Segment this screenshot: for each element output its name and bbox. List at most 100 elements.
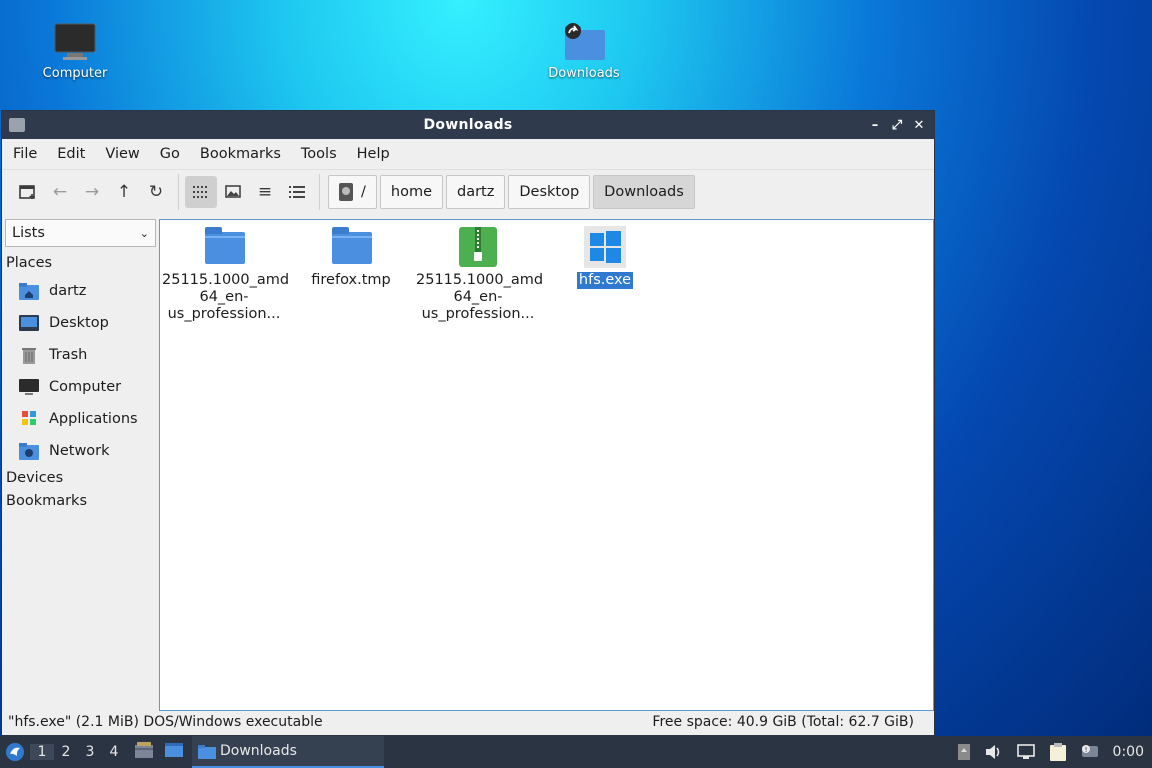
workspace-1[interactable]: 1 [30,744,54,760]
sidebar-item-network[interactable]: Network [3,435,159,467]
breadcrumb-root[interactable]: / [328,174,377,209]
computer-icon [54,23,96,60]
breadcrumb-dartz[interactable]: dartz [446,174,506,209]
file-manager-window: Downloads – ⤢ ✕ File Edit View Go Bookma… [1,110,935,736]
sidebar-item-dartz[interactable]: dartz [3,275,159,307]
taskbar-task-downloads[interactable]: Downloads [192,736,384,768]
select-value: Lists [12,225,45,241]
clipboard-icon[interactable] [1049,742,1067,762]
title-bar[interactable]: Downloads – ⤢ ✕ [2,111,934,139]
menu-edit[interactable]: Edit [50,146,92,162]
selection-info: "hfs.exe" (2.1 MiB) DOS/Windows executab… [8,714,323,730]
detailed-list-view-icon[interactable] [281,176,313,208]
sidebar: Lists ⌄ Places dartz Desktop Trash Compu… [3,219,159,711]
bookmarks-heading[interactable]: Bookmarks [3,490,159,513]
file-name: hfs.exe [576,272,634,289]
sidebar-item-label: dartz [49,283,87,299]
devices-heading[interactable]: Devices [3,467,159,490]
home-folder-icon [19,283,39,300]
app-icon [9,118,25,132]
file-manager-launcher-icon[interactable] [134,741,154,763]
desktop-icon-label: Computer [42,66,108,81]
thumbnail-view-icon[interactable] [217,176,249,208]
breadcrumb-desktop[interactable]: Desktop [508,174,591,209]
folder-icon [198,744,216,759]
taskbar: 1 2 3 4 Downloads ! 0:00 [0,736,1152,768]
file-item[interactable]: firefox.tmp [289,220,413,289]
notification-icon[interactable]: ! [1081,744,1099,760]
menu-help[interactable]: Help [350,146,397,162]
sidebar-item-label: Desktop [49,315,109,331]
breadcrumb-label: / [361,183,366,200]
folder-link-icon [565,23,605,60]
maximize-icon[interactable]: ⤢ [890,118,904,133]
desktop-icon-label: Downloads [548,66,620,81]
up-arrow-icon[interactable]: ↑ [108,176,140,208]
sidebar-item-trash[interactable]: Trash [3,339,159,371]
desktop-icon-computer[interactable]: Computer [25,22,125,81]
file-name: 25115.1000_amd 64_en- us_profession... [416,272,544,322]
svg-text:!: ! [1084,746,1087,754]
trash-icon [22,348,36,364]
start-menu-icon [6,743,24,761]
workspace-2[interactable]: 2 [54,744,78,760]
menu-bar: File Edit View Go Bookmarks Tools Help [2,139,934,169]
forward-arrow-icon[interactable]: → [76,176,108,208]
status-bar: "hfs.exe" (2.1 MiB) DOS/Windows executab… [2,709,934,735]
computer-icon [19,379,39,395]
minimize-icon[interactable]: – [868,118,882,133]
applications-icon [22,411,36,425]
menu-go[interactable]: Go [153,146,187,162]
icon-view-icon[interactable] [185,175,217,208]
workspace-3[interactable]: 3 [78,744,102,760]
start-menu-button[interactable] [0,742,30,762]
sidebar-item-desktop[interactable]: Desktop [3,307,159,339]
toolbar: ← → ↑ ↻ ≡ / home dartz Desktop Downloads [2,169,934,213]
clock[interactable]: 0:00 [1113,744,1144,760]
breadcrumb-home[interactable]: home [379,174,443,209]
sidebar-item-applications[interactable]: Applications [3,403,159,435]
network-wired-icon[interactable] [1016,744,1035,760]
menu-bookmarks[interactable]: Bookmarks [193,146,288,162]
task-label: Downloads [220,743,297,759]
folder-icon [203,226,245,268]
close-icon[interactable]: ✕ [912,118,926,133]
file-item[interactable]: 25115.1000_amd 64_en- us_profession... [416,220,544,323]
new-tab-icon[interactable] [12,176,44,208]
free-space-info: Free space: 40.9 GiB (Total: 62.7 GiB) [652,714,914,730]
reload-icon[interactable]: ↻ [140,176,172,208]
sidebar-item-computer[interactable]: Computer [3,371,159,403]
sidebar-item-label: Network [49,443,110,459]
show-desktop-icon[interactable] [164,741,184,763]
archive-icon [457,226,499,268]
folder-icon [330,226,372,268]
volume-icon[interactable] [985,744,1003,760]
file-item[interactable]: 25115.1000_amd 64_en- us_profession... [162,220,289,323]
breadcrumb: / home dartz Desktop Downloads [328,174,695,209]
file-item-selected[interactable]: hfs.exe [543,220,667,289]
windows-executable-icon [584,226,626,268]
chevron-down-icon: ⌄ [139,226,149,240]
menu-view[interactable]: View [98,146,146,162]
workspace-4[interactable]: 4 [102,744,126,760]
back-arrow-icon[interactable]: ← [44,176,76,208]
toolbar-separator [319,173,320,210]
desktop-icon-downloads[interactable]: Downloads [534,22,634,81]
menu-tools[interactable]: Tools [294,146,344,162]
toolbar-separator [178,173,179,210]
menu-file[interactable]: File [6,146,44,162]
network-icon [19,443,39,460]
sidebar-item-label: Applications [49,411,138,427]
removable-drive-icon[interactable] [957,743,971,761]
file-name: firefox.tmp [311,272,391,288]
drive-icon [339,182,353,201]
sidebar-item-label: Computer [49,379,122,395]
compact-view-icon[interactable]: ≡ [249,176,281,208]
places-heading[interactable]: Places [3,252,159,275]
sidebar-item-label: Trash [49,347,88,363]
file-view[interactable]: 25115.1000_amd 64_en- us_profession... f… [159,219,934,711]
window-title: Downloads [423,117,513,133]
side-pane-mode-select[interactable]: Lists ⌄ [5,219,156,247]
breadcrumb-downloads[interactable]: Downloads [593,174,695,209]
system-tray: ! 0:00 [957,742,1152,762]
